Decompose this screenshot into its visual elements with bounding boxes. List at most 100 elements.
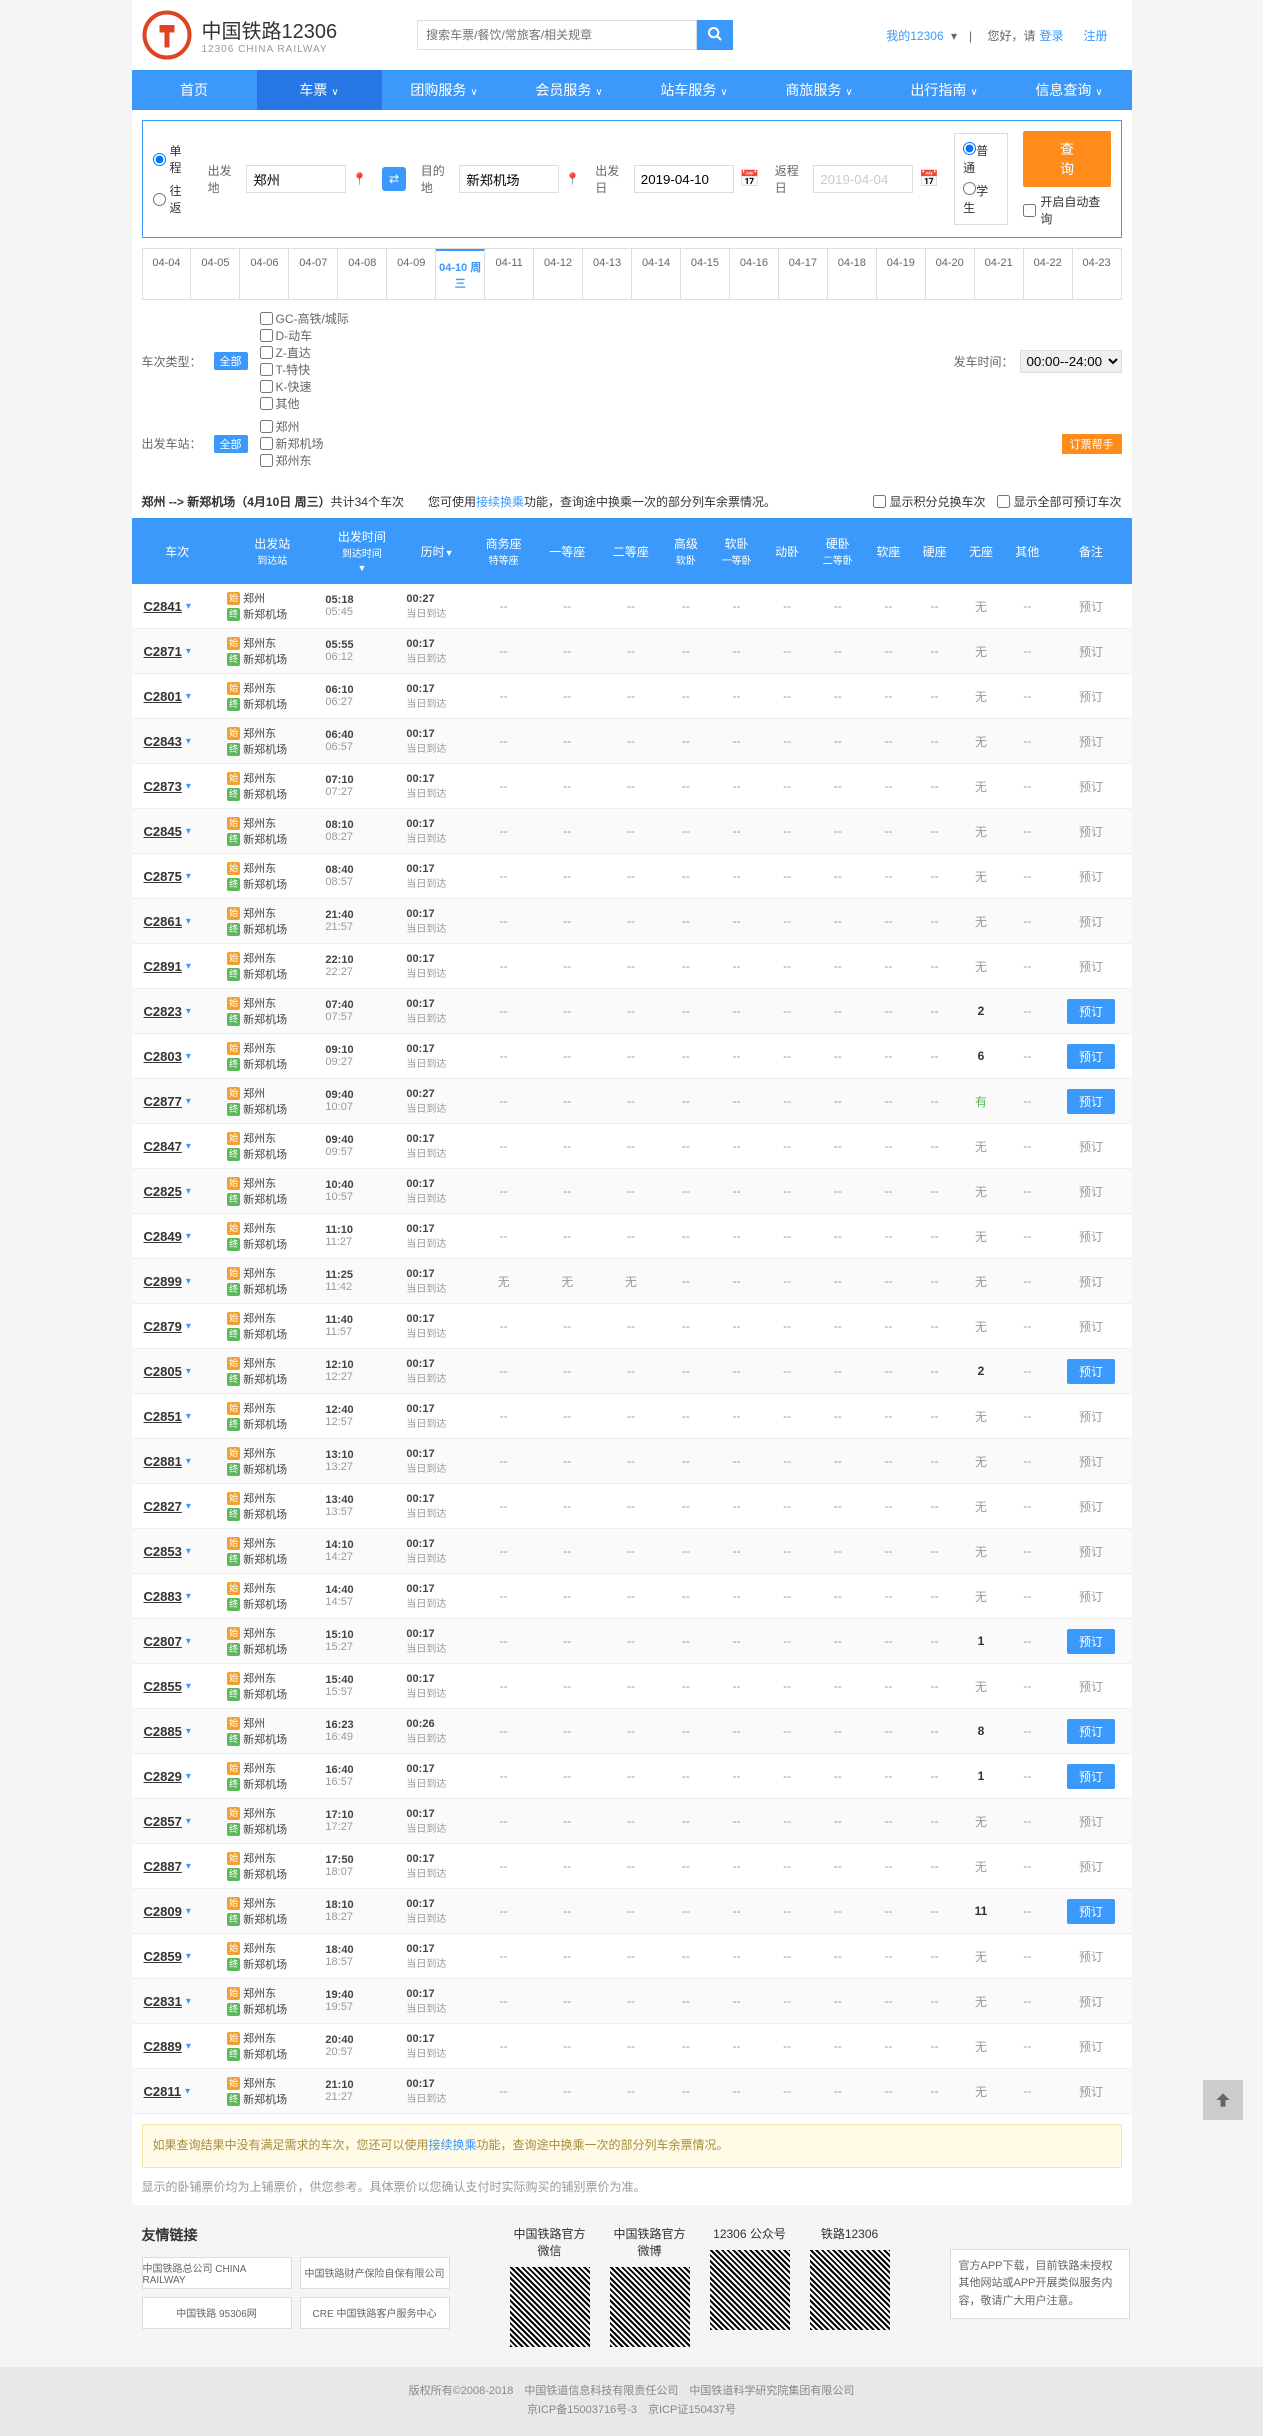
expand-icon[interactable]: ▾ <box>186 1591 191 1602</box>
expand-icon[interactable]: ▾ <box>186 871 191 882</box>
train-number-link[interactable]: C2857 <box>144 1814 182 1829</box>
nav-item[interactable]: 出行指南∨ <box>882 70 1007 110</box>
scroll-top-button[interactable] <box>1203 2080 1243 2120</box>
my-12306-link[interactable]: 我的12306 <box>886 29 943 43</box>
expand-icon[interactable]: ▾ <box>186 1051 191 1062</box>
opt-all-bookable[interactable]: 显示全部可预订车次 <box>997 493 1121 510</box>
train-number-link[interactable]: C2853 <box>144 1544 182 1559</box>
return-date-input[interactable] <box>813 165 913 193</box>
station-checkbox[interactable]: 新郑机场 <box>260 435 324 452</box>
partner-logo[interactable]: 中国铁路 95306网 <box>142 2297 292 2329</box>
date-tab[interactable]: 04-19 <box>877 249 926 299</box>
train-number-link[interactable]: C2805 <box>144 1364 182 1379</box>
train-number-link[interactable]: C2803 <box>144 1049 182 1064</box>
train-number-link[interactable]: C2883 <box>144 1589 182 1604</box>
login-link[interactable]: 登录 <box>1039 29 1063 43</box>
expand-icon[interactable]: ▾ <box>186 1906 191 1917</box>
train-number-link[interactable]: C2889 <box>144 2039 182 2054</box>
date-tab[interactable]: 04-07 <box>289 249 338 299</box>
expand-icon[interactable]: ▾ <box>186 1636 191 1647</box>
train-number-link[interactable]: C2875 <box>144 869 182 884</box>
expand-icon[interactable]: ▾ <box>186 1861 191 1872</box>
date-tab[interactable]: 04-13 <box>583 249 632 299</box>
expand-icon[interactable]: ▾ <box>186 1141 191 1152</box>
train-number-link[interactable]: C2831 <box>144 1994 182 2009</box>
depart-time-select[interactable]: 00:00--24:00 <box>1020 350 1122 373</box>
train-number-link[interactable]: C2877 <box>144 1094 182 1109</box>
expand-icon[interactable]: ▾ <box>186 1456 191 1467</box>
train-number-link[interactable]: C2811 <box>144 2084 182 2099</box>
book-button[interactable]: 预订 <box>1067 1629 1115 1654</box>
train-number-link[interactable]: C2855 <box>144 1679 182 1694</box>
nav-item[interactable]: 信息查询∨ <box>1007 70 1132 110</box>
partner-logo[interactable]: 中国铁路财产保险自保有限公司 <box>300 2257 450 2289</box>
train-number-link[interactable]: C2809 <box>144 1904 182 1919</box>
train-number-link[interactable]: C2873 <box>144 779 182 794</box>
opt-points[interactable]: 显示积分兑换车次 <box>873 493 985 510</box>
train-number-link[interactable]: C2807 <box>144 1634 182 1649</box>
nav-item[interactable]: 站车服务∨ <box>632 70 757 110</box>
pass-normal[interactable]: 普通 <box>963 142 999 176</box>
expand-icon[interactable]: ▾ <box>186 1411 191 1422</box>
train-type-checkbox[interactable]: GC-高铁/城际 <box>260 310 349 327</box>
date-tab[interactable]: 04-21 <box>975 249 1024 299</box>
from-input[interactable] <box>246 165 346 193</box>
nav-item[interactable]: 车票∨ <box>257 70 382 110</box>
partner-logo[interactable]: CRE 中国铁路客户服务中心 <box>300 2297 450 2329</box>
expand-icon[interactable]: ▾ <box>186 1366 191 1377</box>
date-tab[interactable]: 04-05 <box>191 249 240 299</box>
expand-icon[interactable]: ▾ <box>186 1186 191 1197</box>
expand-icon[interactable]: ▾ <box>186 1501 191 1512</box>
date-tab[interactable]: 04-22 <box>1024 249 1073 299</box>
nav-item[interactable]: 首页 <box>132 70 257 110</box>
train-number-link[interactable]: C2861 <box>144 914 182 929</box>
book-button[interactable]: 预订 <box>1067 1044 1115 1069</box>
date-tab[interactable]: 04-08 <box>338 249 387 299</box>
date-tab[interactable]: 04-06 <box>240 249 289 299</box>
book-button[interactable]: 预订 <box>1067 1899 1115 1924</box>
expand-icon[interactable]: ▾ <box>186 961 191 972</box>
date-tab[interactable]: 04-23 <box>1073 249 1121 299</box>
trip-single[interactable]: 单程 <box>153 142 193 176</box>
book-button[interactable]: 预订 <box>1067 1359 1115 1384</box>
auto-query-checkbox[interactable] <box>1023 204 1036 217</box>
nav-item[interactable]: 会员服务∨ <box>507 70 632 110</box>
book-button[interactable]: 预订 <box>1067 1764 1115 1789</box>
train-type-checkbox[interactable]: K-快速 <box>260 378 349 395</box>
query-button[interactable]: 查询 <box>1023 131 1110 187</box>
swap-icon[interactable]: ⇄ <box>382 167 406 191</box>
train-number-link[interactable]: C2891 <box>144 959 182 974</box>
calendar-icon[interactable]: 📅 <box>919 169 939 189</box>
expand-icon[interactable]: ▾ <box>186 1726 191 1737</box>
depart-date-input[interactable] <box>634 165 734 193</box>
train-number-link[interactable]: C2823 <box>144 1004 182 1019</box>
date-tab[interactable]: 04-17 <box>779 249 828 299</box>
expand-icon[interactable]: ▾ <box>186 1951 191 1962</box>
date-tab[interactable]: 04-09 <box>387 249 436 299</box>
train-number-link[interactable]: C2879 <box>144 1319 182 1334</box>
book-button[interactable]: 预订 <box>1067 1719 1115 1744</box>
train-type-checkbox[interactable]: 其他 <box>260 395 349 412</box>
expand-icon[interactable]: ▾ <box>185 2086 190 2097</box>
search-button[interactable] <box>697 20 733 50</box>
expand-icon[interactable]: ▾ <box>186 1996 191 2007</box>
pass-student[interactable]: 学生 <box>963 182 999 216</box>
train-number-link[interactable]: C2847 <box>144 1139 182 1154</box>
date-tab[interactable]: 04-12 <box>534 249 583 299</box>
expand-icon[interactable]: ▾ <box>186 1321 191 1332</box>
date-tab[interactable]: 04-20 <box>926 249 975 299</box>
register-link[interactable]: 注册 <box>1083 29 1107 43</box>
date-tab[interactable]: 04-10 周三 <box>436 249 485 299</box>
train-number-link[interactable]: C2859 <box>144 1949 182 1964</box>
expand-icon[interactable]: ▾ <box>186 1231 191 1242</box>
expand-icon[interactable]: ▾ <box>186 646 191 657</box>
train-number-link[interactable]: C2899 <box>144 1274 182 1289</box>
date-tab[interactable]: 04-18 <box>828 249 877 299</box>
trip-round[interactable]: 往返 <box>153 182 193 216</box>
expand-icon[interactable]: ▾ <box>186 1681 191 1692</box>
train-number-link[interactable]: C2843 <box>144 734 182 749</box>
train-number-link[interactable]: C2845 <box>144 824 182 839</box>
expand-icon[interactable]: ▾ <box>186 1276 191 1287</box>
expand-icon[interactable]: ▾ <box>186 691 191 702</box>
ticket-helper-button[interactable]: 订票帮手 <box>1062 434 1122 454</box>
